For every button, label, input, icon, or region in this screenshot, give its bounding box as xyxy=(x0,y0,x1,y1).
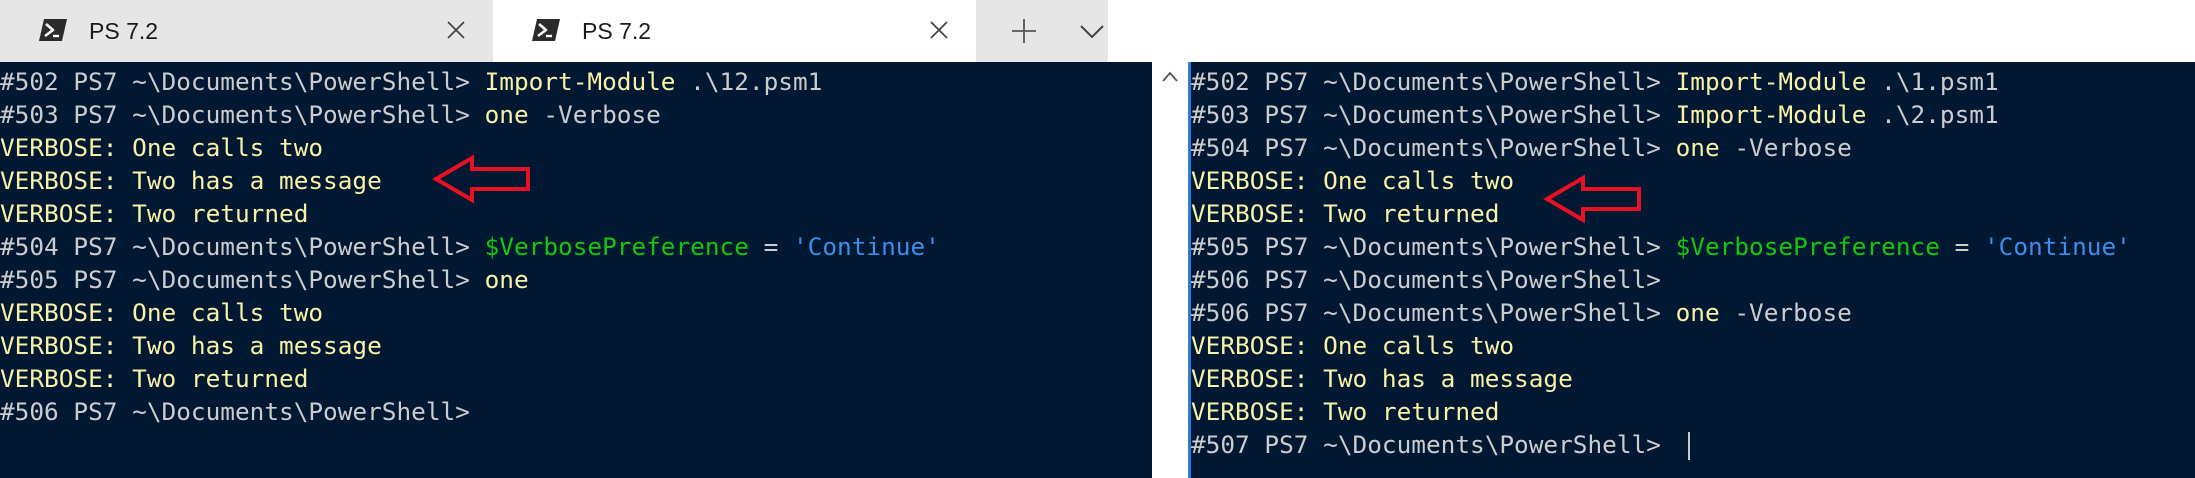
close-icon[interactable] xyxy=(445,19,467,41)
verbose-line: VERBOSE: One calls two xyxy=(1191,166,1515,195)
verbose-line: VERBOSE: One calls two xyxy=(1191,331,1515,360)
close-icon[interactable] xyxy=(928,19,950,41)
red-arrow-annotation xyxy=(1543,174,1641,224)
verbose-line: VERBOSE: Two returned xyxy=(0,364,309,393)
verbose-line: VERBOSE: Two has a message xyxy=(0,331,382,360)
terminal-line: #502 PS7 ~\Documents\PowerShell> Import-… xyxy=(0,67,823,96)
verbose-line: VERBOSE: Two returned xyxy=(0,199,309,228)
title-bar-empty[interactable] xyxy=(1108,0,2195,62)
terminal-line: #504 PS7 ~\Documents\PowerShell> one -Ve… xyxy=(1191,133,1852,162)
terminal-pane-left[interactable]: #502 PS7 ~\Documents\PowerShell> Import-… xyxy=(0,62,1152,478)
verbose-line: VERBOSE: Two has a message xyxy=(0,166,382,195)
tab-title: PS 7.2 xyxy=(582,18,652,44)
chevron-down-icon[interactable] xyxy=(1078,20,1106,42)
red-arrow-annotation xyxy=(432,154,530,204)
verbose-line: VERBOSE: One calls two xyxy=(0,298,324,327)
terminal-line: #506 PS7 ~\Documents\PowerShell> one -Ve… xyxy=(1191,298,1852,327)
focused-pane-indicator xyxy=(1188,62,1191,478)
pane-divider[interactable] xyxy=(1152,62,1188,478)
terminal-line: #504 PS7 ~\Documents\PowerShell> $Verbos… xyxy=(0,232,940,261)
verbose-line: VERBOSE: One calls two xyxy=(0,133,324,162)
verbose-line: VERBOSE: Two returned xyxy=(1191,199,1500,228)
powershell-icon xyxy=(39,19,67,41)
terminal-line: #506 PS7 ~\Documents\PowerShell> xyxy=(1191,265,1661,294)
plus-icon[interactable] xyxy=(1009,16,1039,46)
tab-ps-2[interactable]: PS 7.2 xyxy=(493,0,976,62)
terminal-line: #503 PS7 ~\Documents\PowerShell> Import-… xyxy=(1191,100,1999,129)
text-cursor xyxy=(1687,432,1690,460)
tab-bar: PS 7.2 PS 7.2 xyxy=(0,0,1108,62)
chevron-up-icon[interactable] xyxy=(1161,70,1179,84)
terminal-line: #502 PS7 ~\Documents\PowerShell> Import-… xyxy=(1191,67,1999,96)
terminal-pane-right[interactable]: #502 PS7 ~\Documents\PowerShell> Import-… xyxy=(1188,62,2195,478)
terminal-line: #505 PS7 ~\Documents\PowerShell> one xyxy=(0,265,529,294)
terminal-line: #505 PS7 ~\Documents\PowerShell> $Verbos… xyxy=(1191,232,2131,261)
terminal-line: #506 PS7 ~\Documents\PowerShell> xyxy=(0,397,470,426)
tab-ps-1[interactable]: PS 7.2 xyxy=(0,0,493,62)
verbose-line: VERBOSE: Two has a message xyxy=(1191,364,1573,393)
powershell-icon xyxy=(532,19,560,41)
terminal-line: #503 PS7 ~\Documents\PowerShell> one -Ve… xyxy=(0,100,661,129)
verbose-line: VERBOSE: Two returned xyxy=(1191,397,1500,426)
tab-title: PS 7.2 xyxy=(89,18,159,44)
terminal-input-line[interactable]: #507 PS7 ~\Documents\PowerShell> xyxy=(1191,428,1690,461)
